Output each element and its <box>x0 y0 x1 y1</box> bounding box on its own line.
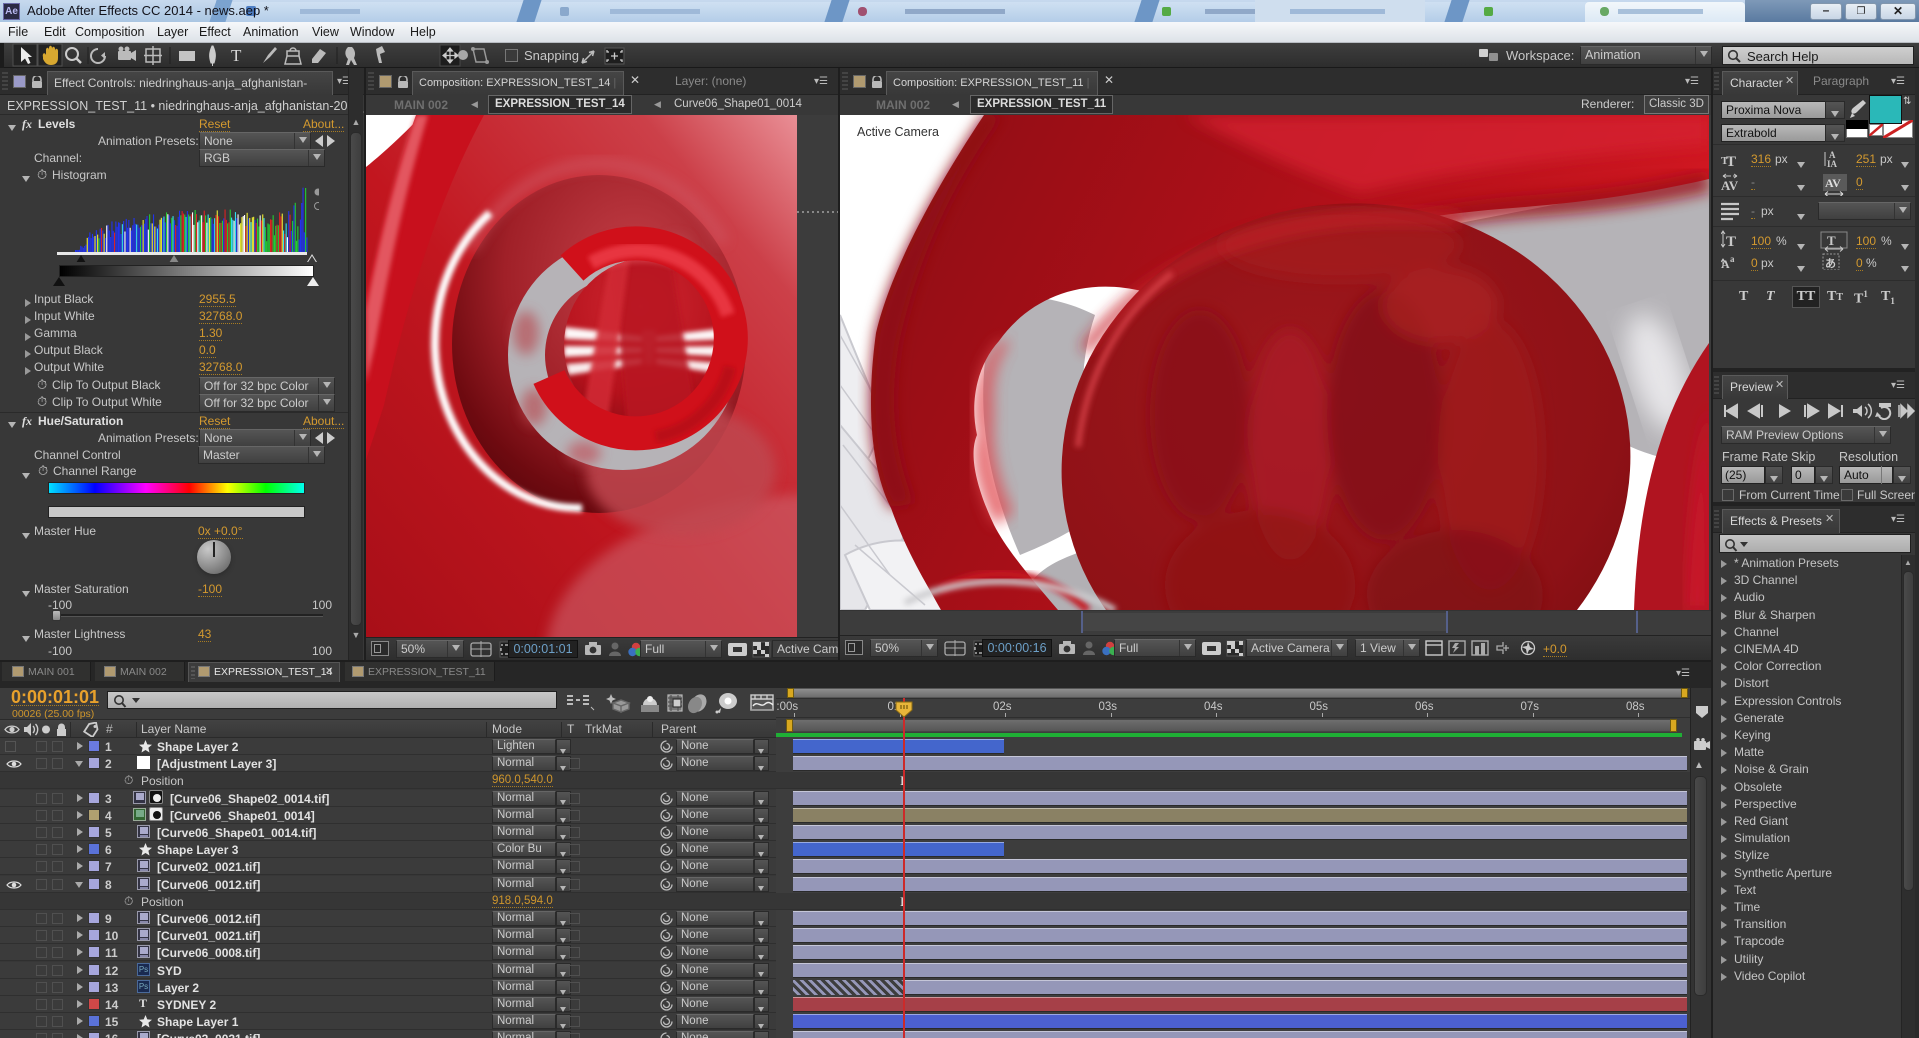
svg-text:T: T <box>1726 154 1736 170</box>
svg-text:T: T <box>1726 234 1736 250</box>
svg-text:T: T <box>1827 233 1836 248</box>
svg-text:a: a <box>1730 254 1735 264</box>
svg-text:A​V: A​V <box>1721 178 1739 193</box>
svg-text:A: A <box>1721 257 1730 270</box>
svg-text:T: T <box>231 46 242 65</box>
svg-text:IA: IA <box>1827 159 1838 169</box>
svg-text:AV: AV <box>1825 176 1841 190</box>
svg-text:あ: あ <box>1825 257 1836 270</box>
svg-text:Active Camera: Active Camera <box>857 125 939 139</box>
